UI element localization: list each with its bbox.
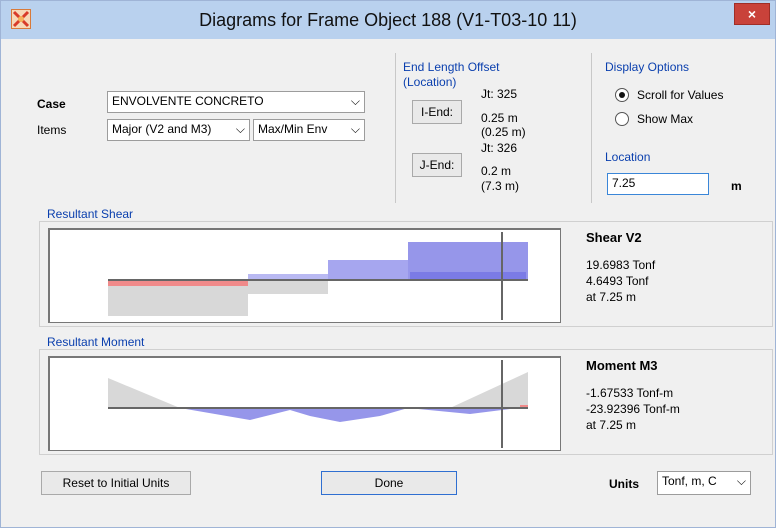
case-value: ENVOLVENTE CONCRETO <box>112 94 264 108</box>
close-icon: × <box>747 6 757 22</box>
items-envelope-value: Max/Min Env <box>258 122 328 136</box>
shear-panel: Shear V2 19.6983 Tonf 4.6493 Tonf at 7.2… <box>39 221 773 327</box>
jend-button[interactable]: J-End: <box>412 153 462 177</box>
dialog-content: Case ENVOLVENTE CONCRETO ⌵ Items Major (… <box>9 39 773 519</box>
iend-joint: Jt: 325 <box>481 87 518 101</box>
iend-location: (0.25 m) <box>481 125 526 139</box>
moment-value-2: -23.92396 Tonf-m <box>586 402 680 416</box>
title-bar: Diagrams for Frame Object 188 (V1-T03-10… <box>1 1 775 39</box>
units-value: Tonf, m, C <box>662 474 717 488</box>
iend-length: 0.25 m <box>481 111 518 125</box>
scroll-label: Scroll for Values <box>637 88 724 102</box>
scroll-radio[interactable] <box>615 88 629 102</box>
shear-diagram-svg <box>108 232 528 320</box>
moment-title: Moment M3 <box>586 358 658 373</box>
jend-length: 0.2 m <box>481 164 512 178</box>
jend-joint: Jt: 326 <box>481 141 518 155</box>
shear-at: at 7.25 m <box>586 290 637 304</box>
shear-diagram <box>48 228 561 323</box>
moment-panel: Moment M3 -1.67533 Tonf-m -23.92396 Tonf… <box>39 349 773 455</box>
close-button[interactable]: × <box>734 3 770 25</box>
moment-diagram <box>48 356 561 451</box>
case-label: Case <box>37 97 66 111</box>
case-select[interactable]: ENVOLVENTE CONCRETO ⌵ <box>107 91 365 113</box>
chevron-down-icon: ⌵ <box>350 94 360 108</box>
chevron-down-icon: ⌵ <box>350 122 360 136</box>
chevron-down-icon: ⌵ <box>235 122 245 136</box>
moment-value-1: -1.67533 Tonf-m <box>586 386 674 400</box>
items-envelope-select[interactable]: Max/Min Env ⌵ <box>253 119 365 141</box>
shear-section-title: Resultant Shear <box>47 207 134 221</box>
shear-title: Shear V2 <box>586 230 642 245</box>
location-title: Location <box>605 150 651 164</box>
divider-1 <box>395 53 396 203</box>
show-max-label: Show Max <box>637 112 694 126</box>
dialog-window: Diagrams for Frame Object 188 (V1-T03-10… <box>0 0 776 528</box>
items-component-value: Major (V2 and M3) <box>112 122 212 136</box>
divider-2 <box>591 53 592 203</box>
window-title: Diagrams for Frame Object 188 (V1-T03-10… <box>199 10 577 30</box>
show-max-radio[interactable] <box>615 112 629 126</box>
end-offset-title: End Length Offset <box>403 60 500 74</box>
location-unit: m <box>731 179 742 193</box>
shear-value-1: 19.6983 Tonf <box>586 258 656 272</box>
reset-units-button[interactable]: Reset to Initial Units <box>41 471 191 495</box>
chevron-down-icon: ⌵ <box>736 474 746 488</box>
shear-value-2: 4.6493 Tonf <box>586 274 649 288</box>
display-options-title: Display Options <box>605 60 690 74</box>
jend-location: (7.3 m) <box>481 179 520 193</box>
units-select[interactable]: Tonf, m, C ⌵ <box>657 471 751 495</box>
top-options: Case ENVOLVENTE CONCRETO ⌵ Items Major (… <box>15 53 767 213</box>
end-offset-subtitle: (Location) <box>403 75 457 89</box>
iend-button[interactable]: I-End: <box>412 100 462 124</box>
moment-diagram-svg <box>108 360 528 448</box>
location-input[interactable]: 7.25 <box>607 173 709 195</box>
done-button[interactable]: Done <box>321 471 457 495</box>
moment-at: at 7.25 m <box>586 418 637 432</box>
moment-section-title: Resultant Moment <box>47 335 145 349</box>
items-label: Items <box>37 123 67 137</box>
units-label: Units <box>609 477 639 491</box>
items-component-select[interactable]: Major (V2 and M3) ⌵ <box>107 119 250 141</box>
